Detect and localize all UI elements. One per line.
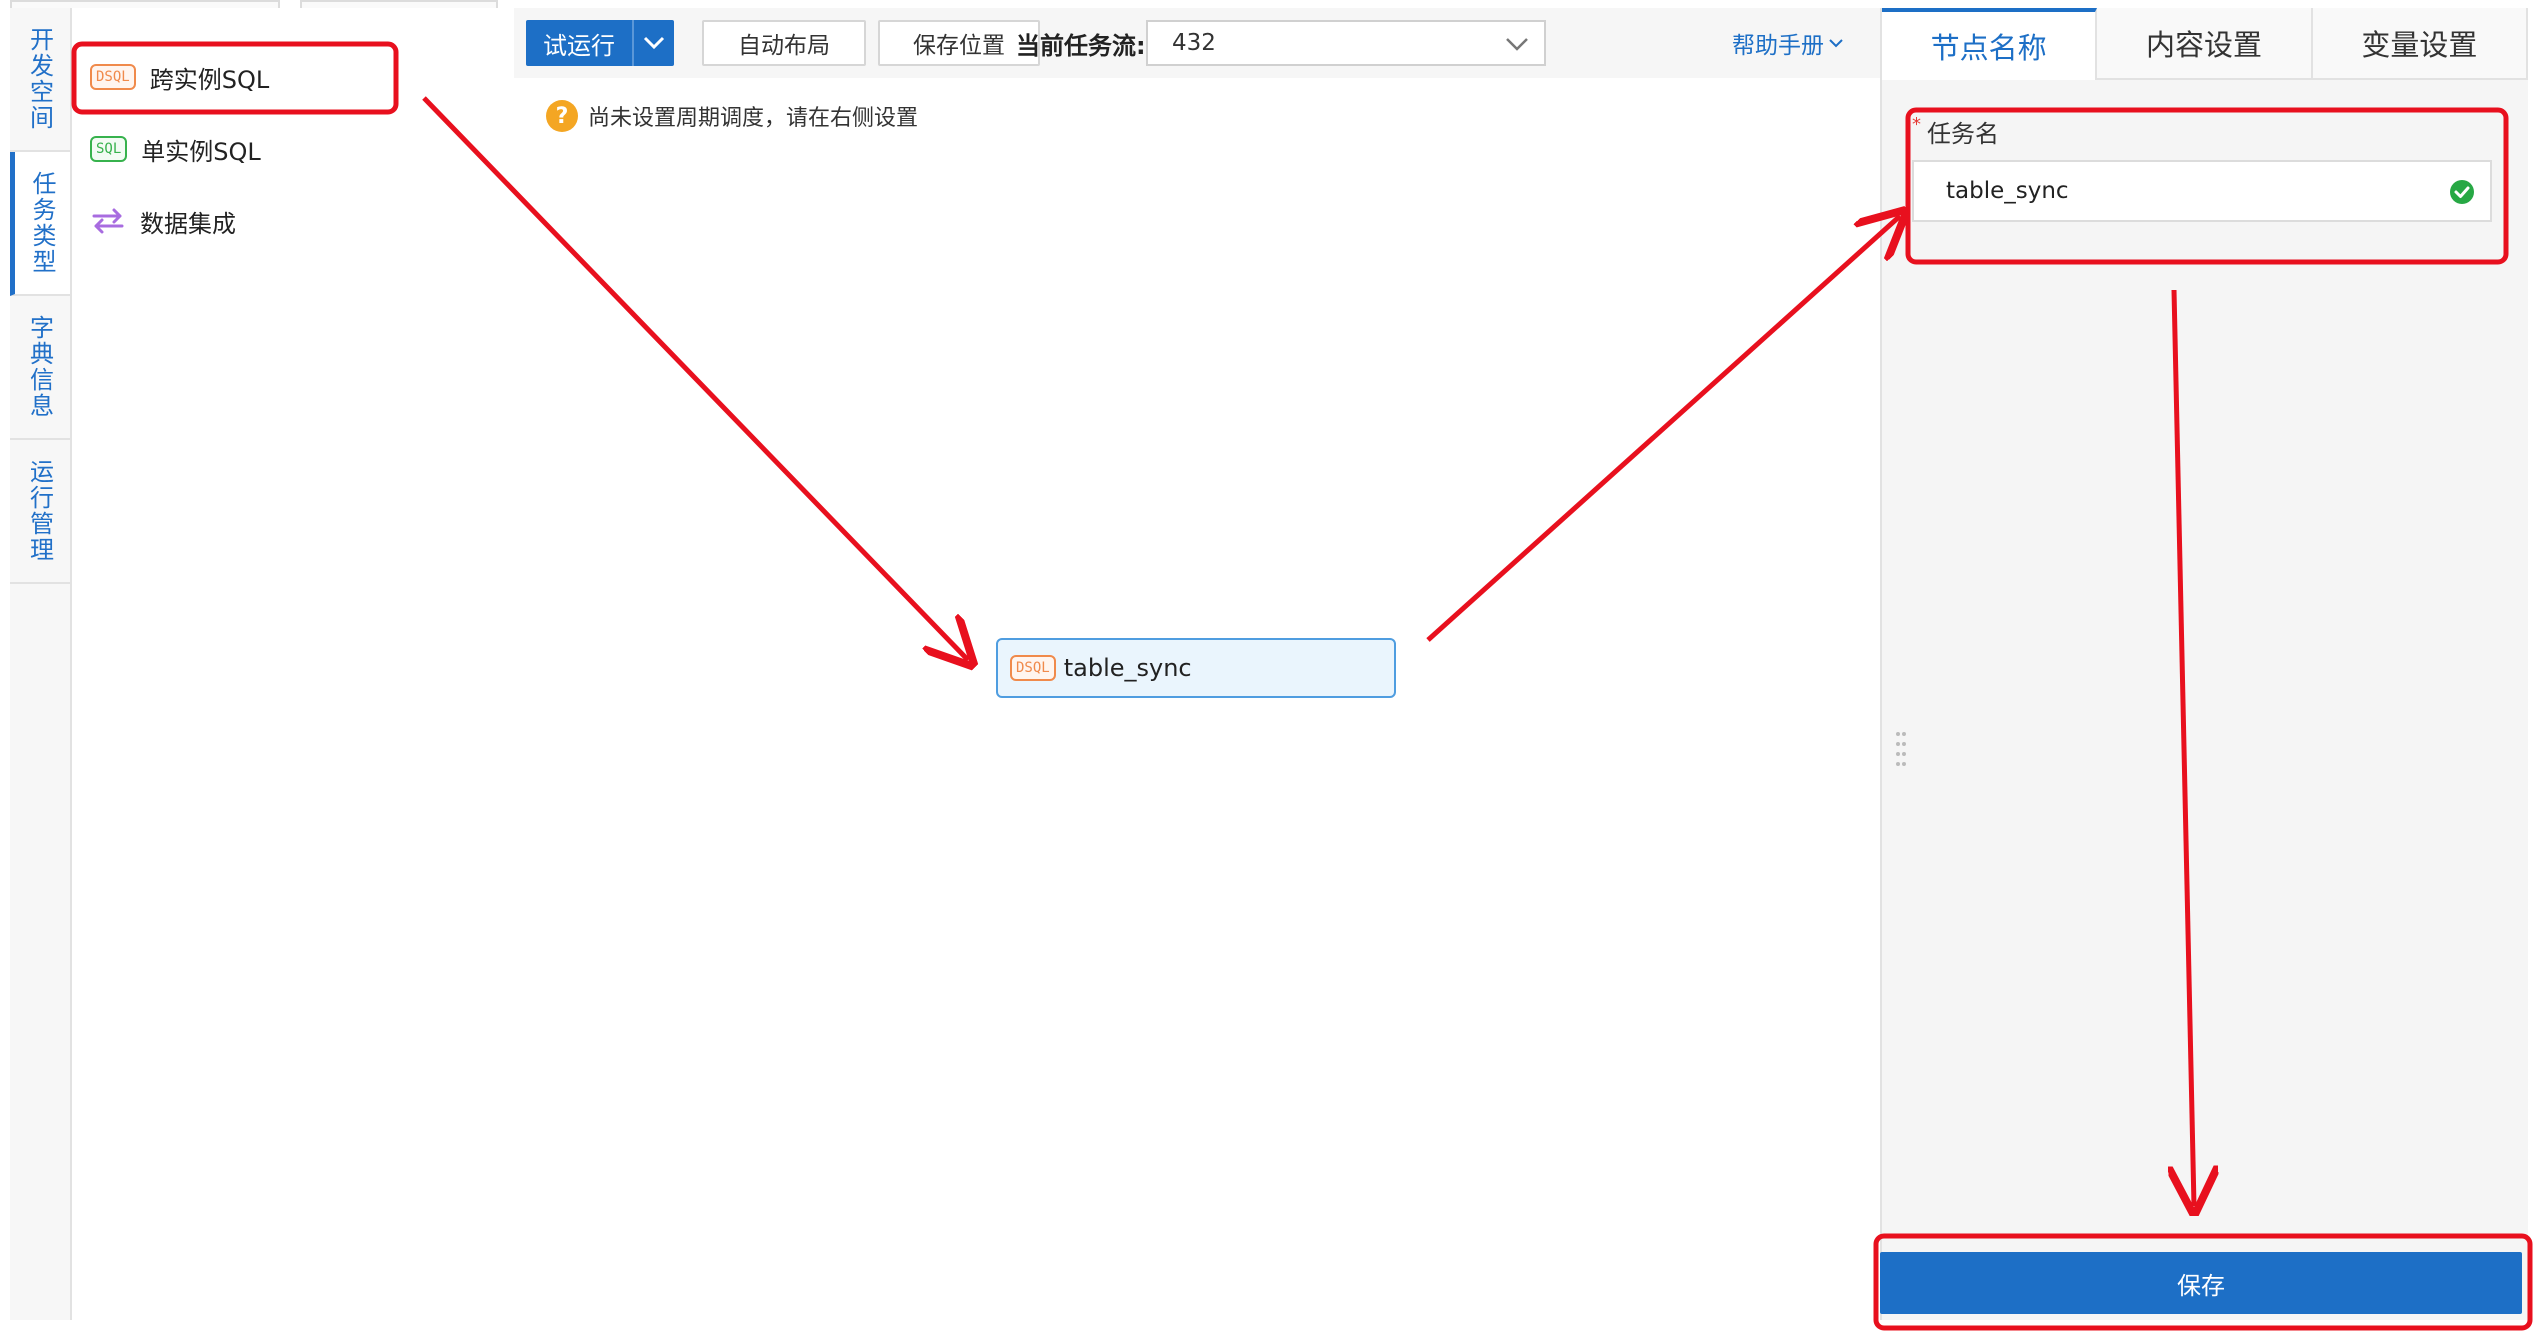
- task-name-label: * 任务名: [1912, 114, 1999, 149]
- schedule-notice-text: 尚未设置周期调度，请在右侧设置: [588, 106, 919, 131]
- current-flow-select[interactable]: 432: [1146, 20, 1546, 66]
- vtab-dev-space[interactable]: 开发空间: [10, 8, 70, 152]
- help-manual-link[interactable]: 帮助手册: [1732, 20, 1844, 66]
- tab-variable-settings[interactable]: 变量设置: [2312, 8, 2528, 80]
- vertical-tab-bar: 开发空间 任务类型 字典信息 运行管理: [10, 8, 72, 1320]
- help-manual-label: 帮助手册: [1732, 33, 1824, 59]
- top-tab-fragment: [10, 0, 280, 8]
- settings-tabs: 节点名称 内容设置 变量设置: [1882, 8, 2528, 80]
- current-flow-value: 432: [1172, 30, 1216, 56]
- node-settings-panel: 节点名称 内容设置 变量设置 * 任务名 table_sync: [1880, 8, 2528, 1320]
- dsql-badge-icon: DSQL: [90, 64, 136, 90]
- vtab-run-management[interactable]: 运行管理: [10, 440, 70, 584]
- task-type-label: 跨实例SQL: [149, 65, 270, 94]
- task-type-label: 数据集成: [140, 209, 236, 238]
- chevron-down-icon: [1506, 38, 1528, 51]
- trial-run-label: 试运行: [526, 20, 634, 66]
- task-type-label: 单实例SQL: [141, 137, 261, 166]
- vtab-dictionary[interactable]: 字典信息: [10, 296, 70, 440]
- vtab-label: 运行管理: [25, 459, 54, 563]
- vtab-task-types[interactable]: 任务类型: [10, 152, 70, 296]
- tab-content-settings[interactable]: 内容设置: [2097, 8, 2313, 80]
- task-name-label-text: 任务名: [1927, 120, 1999, 148]
- vtab-label: 字典信息: [25, 315, 54, 419]
- chevron-down-icon: [1829, 39, 1843, 48]
- save-button[interactable]: 保存: [1880, 1252, 2522, 1314]
- current-flow-label: 当前任务流:: [1016, 31, 1146, 60]
- sync-arrows-icon: [92, 208, 124, 234]
- dsql-badge-icon: DSQL: [1010, 655, 1056, 681]
- canvas-toolbar: 试运行 自动布局 保存位置 当前任务流: 432 帮助手册: [514, 8, 1880, 78]
- canvas-node-table-sync[interactable]: DSQL table_sync: [996, 638, 1396, 698]
- auto-layout-button[interactable]: 自动布局: [702, 20, 866, 66]
- required-mark: *: [1912, 114, 1921, 135]
- resize-handle-icon[interactable]: [1895, 730, 1907, 774]
- tab-node-name[interactable]: 节点名称: [1882, 8, 2098, 80]
- task-type-item-data-integration[interactable]: 数据集成: [90, 194, 236, 248]
- task-type-list: DSQL 跨实例SQL SQL 单实例SQL 数据集成: [72, 8, 514, 1320]
- top-tab-fragment: [300, 0, 498, 8]
- check-circle-icon: [2450, 180, 2474, 204]
- task-type-item-cross-sql[interactable]: DSQL 跨实例SQL: [90, 50, 269, 104]
- chevron-down-icon[interactable]: [634, 20, 674, 66]
- task-name-input[interactable]: table_sync: [1912, 160, 2492, 222]
- task-type-item-single-sql[interactable]: SQL 单实例SQL: [90, 122, 261, 176]
- question-icon: ?: [546, 100, 578, 132]
- vtab-label: 任务类型: [28, 171, 56, 275]
- task-name-value: table_sync: [1946, 178, 2069, 204]
- schedule-notice: ? 尚未设置周期调度，请在右侧设置: [546, 100, 918, 132]
- sql-badge-icon: SQL: [90, 136, 128, 162]
- trial-run-button[interactable]: 试运行: [526, 20, 674, 66]
- node-label: table_sync: [1063, 654, 1192, 682]
- vtab-label: 开发空间: [25, 27, 54, 131]
